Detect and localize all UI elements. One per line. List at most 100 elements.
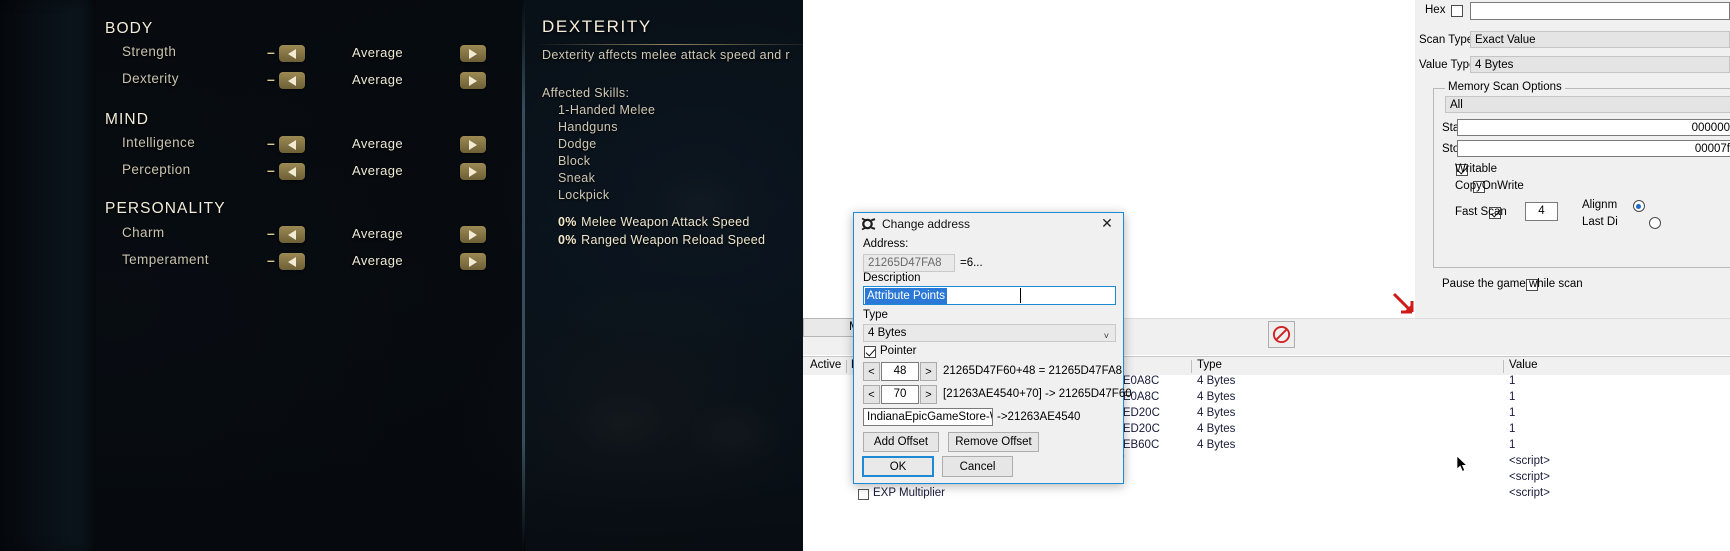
attribute-dash: – xyxy=(267,44,275,60)
attribute-decrease-button[interactable] xyxy=(279,163,305,180)
type-select-value: 4 Bytes xyxy=(868,327,907,339)
start-input[interactable]: 000000 xyxy=(1457,119,1730,136)
attribute-row-intelligence: Intelligence – Average xyxy=(96,135,524,157)
attribute-dash: – xyxy=(267,162,275,178)
attribute-decrease-button[interactable] xyxy=(279,72,305,89)
attribute-increase-button[interactable] xyxy=(460,226,486,243)
scan-type-select[interactable]: Exact Value xyxy=(1470,31,1730,48)
row-value: <script> xyxy=(1509,471,1550,483)
row-type: 4 Bytes xyxy=(1197,439,1236,451)
offset-increment-button[interactable]: > xyxy=(920,362,937,381)
detail-skill: Handguns xyxy=(558,120,618,134)
type-select[interactable]: 4 Bytes ˅ xyxy=(863,324,1116,342)
add-offset-button[interactable]: Add Offset xyxy=(863,432,939,452)
text-caret xyxy=(1020,288,1021,303)
attribute-decrease-button[interactable] xyxy=(279,45,305,62)
fast-scan-label: Fast Scan xyxy=(1455,206,1507,218)
no-entry-icon[interactable] xyxy=(1268,321,1295,348)
base-address-input[interactable]: IndianaEpicGameStore-W xyxy=(863,408,993,426)
remove-offset-button[interactable]: Remove Offset xyxy=(948,432,1039,452)
cheat-engine-icon xyxy=(861,217,876,231)
attribute-detail-panel: DEXTERITY Dexterity affects melee attack… xyxy=(525,0,803,551)
attribute-row-perception: Perception – Average xyxy=(96,162,524,184)
column-header-value[interactable]: Value xyxy=(1509,359,1538,371)
detail-skills-label: Affected Skills: xyxy=(542,86,630,100)
offset-resolved-address: 21265D47F60+48 = 21265D47FA8 xyxy=(943,365,1123,377)
attribute-decrease-button[interactable] xyxy=(279,253,305,270)
attribute-increase-button[interactable] xyxy=(460,136,486,153)
scan-value-input[interactable] xyxy=(1470,2,1730,20)
change-address-dialog: Change address ✕ Address: 21265D47FA8 =6… xyxy=(853,212,1132,484)
attribute-dash: – xyxy=(267,252,275,268)
alignment-radio[interactable] xyxy=(1632,200,1645,212)
description-input[interactable]: Attribute Points xyxy=(863,286,1116,305)
detail-stat-row: 0% Ranged Weapon Reload Speed xyxy=(558,231,765,249)
attribute-row-charm: Charm – Average xyxy=(96,225,524,247)
ok-button[interactable]: OK xyxy=(862,456,934,477)
attribute-decrease-button[interactable] xyxy=(279,226,305,243)
row-active-checkbox[interactable] xyxy=(858,489,869,500)
row-type: 4 Bytes xyxy=(1197,407,1236,419)
table-row[interactable]: EXP Multiplier <script> xyxy=(803,487,1730,503)
stop-input[interactable]: 00007f xyxy=(1457,140,1730,157)
close-icon[interactable]: ✕ xyxy=(1091,213,1123,234)
offset-value-input[interactable]: 70 xyxy=(881,385,919,404)
attribute-label: Intelligence xyxy=(122,135,196,150)
row-value: 1 xyxy=(1509,391,1516,403)
attribute-group-title: MIND xyxy=(105,111,150,128)
detail-stat-percent: 0% xyxy=(558,233,577,247)
pointer-label: Pointer xyxy=(880,345,917,357)
attribute-label: Perception xyxy=(122,162,191,177)
offset-increment-button[interactable]: > xyxy=(920,385,937,404)
detail-skill: Sneak xyxy=(558,171,596,185)
column-header-active[interactable]: Active xyxy=(810,359,841,371)
address-input[interactable]: 21265D47FA8 xyxy=(863,254,955,272)
offset-decrement-button[interactable]: < xyxy=(863,385,880,404)
fast-scan-alignment-input[interactable]: 4 xyxy=(1525,202,1558,221)
description-label: Description xyxy=(863,272,921,284)
attribute-increase-button[interactable] xyxy=(460,72,486,89)
cancel-button[interactable]: Cancel xyxy=(942,456,1013,477)
hex-checkbox[interactable] xyxy=(1451,5,1463,17)
offset-value-input[interactable]: 48 xyxy=(881,362,919,381)
attribute-increase-button[interactable] xyxy=(460,163,486,180)
detail-skill: Lockpick xyxy=(558,188,610,202)
memory-scan-options-legend: Memory Scan Options xyxy=(1445,81,1565,93)
attribute-label: Charm xyxy=(122,225,165,240)
memory-region-select[interactable]: All xyxy=(1445,96,1730,113)
attribute-row-strength: Strength – Average xyxy=(96,44,524,66)
row-type: 4 Bytes xyxy=(1197,375,1236,387)
row-value: 1 xyxy=(1509,375,1516,387)
detail-skill: Block xyxy=(558,154,591,168)
game-window: BODY Strength – Average Dexterity – Aver… xyxy=(0,0,803,551)
attribute-dash: – xyxy=(267,71,275,87)
offset-decrement-button[interactable]: < xyxy=(863,362,880,381)
row-type: 4 Bytes xyxy=(1197,423,1236,435)
address-suffix: =6... xyxy=(960,257,983,269)
detail-title-underline xyxy=(535,44,803,45)
attribute-increase-button[interactable] xyxy=(460,45,486,62)
attribute-row-dexterity: Dexterity – Average xyxy=(96,71,524,93)
column-header-type[interactable]: Type xyxy=(1197,359,1222,371)
attribute-decrease-button[interactable] xyxy=(279,136,305,153)
attribute-value: Average xyxy=(352,253,403,268)
pointer-checkbox[interactable] xyxy=(864,346,876,358)
dialog-titlebar[interactable]: Change address ✕ xyxy=(854,213,1123,235)
detail-stat-text: Melee Weapon Attack Speed xyxy=(581,215,750,229)
detail-skill: 1-Handed Melee xyxy=(558,103,656,117)
no-entry-glyph xyxy=(1272,325,1291,344)
attribute-increase-button[interactable] xyxy=(460,253,486,270)
value-type-select[interactable]: 4 Bytes xyxy=(1470,56,1730,73)
row-value: 1 xyxy=(1509,439,1516,451)
scan-options-panel: Hex Scan Type Exact Value Value Type 4 B… xyxy=(1415,0,1730,318)
attribute-group-title: PERSONALITY xyxy=(105,200,226,217)
attribute-value: Average xyxy=(352,226,403,241)
red-arrow-annotation xyxy=(1392,292,1416,320)
address-label: Address: xyxy=(863,238,909,250)
row-value: 1 xyxy=(1509,407,1516,419)
detail-description: Dexterity affects melee attack speed and… xyxy=(542,48,790,62)
attribute-value: Average xyxy=(352,136,403,151)
splitter-grip[interactable] xyxy=(1258,349,1303,362)
scan-type-label: Scan Type xyxy=(1419,34,1474,46)
row-type: 4 Bytes xyxy=(1197,391,1236,403)
